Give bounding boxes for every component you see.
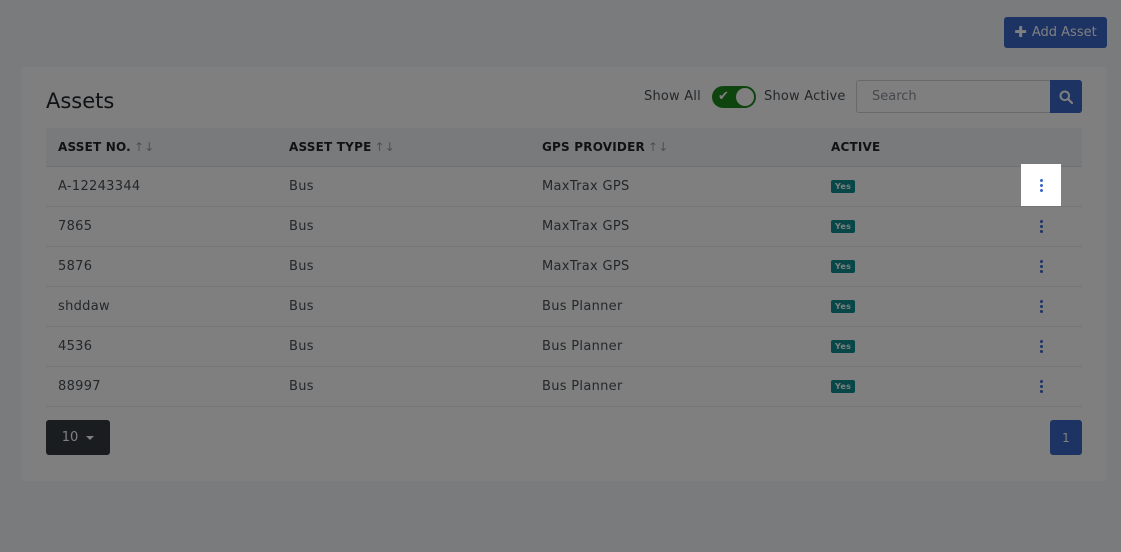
column-header-active: ACTIVE [819, 128, 1002, 167]
sort-icon: ↑↓ [647, 139, 669, 154]
show-all-label: Show All [644, 89, 701, 104]
cell-gps-provider: Bus Planner [542, 298, 623, 314]
cell-active: Yes [819, 246, 1002, 286]
cell-asset-no: shddaw [58, 298, 110, 314]
cell-asset-type: Bus [289, 298, 314, 314]
cell-actions [1002, 286, 1082, 326]
assets-table: ASSET NO. ↑↓ ASSET TYPE ↑↓ GPS PROVIDER ↑↓ … [46, 128, 1082, 407]
cell-actions [1002, 246, 1082, 286]
table-row: 7865 Bus MaxTrax GPS Yes [46, 206, 1082, 246]
cell-asset-no: 88997 [58, 378, 101, 394]
table-row: 4536 Bus Bus Planner Yes [46, 326, 1082, 366]
table-row: A-12243344 Bus MaxTrax GPS Yes [46, 166, 1082, 206]
search-input[interactable] [856, 80, 1051, 113]
cell-asset-type: Bus [289, 378, 314, 394]
cell-actions [1002, 206, 1082, 246]
page-size-dropdown[interactable]: 10 [46, 420, 110, 455]
toggle-knob [736, 88, 754, 106]
cell-actions [1002, 366, 1082, 406]
column-label: ACTIVE [831, 139, 881, 154]
kebab-menu-icon [1039, 299, 1043, 313]
assets-card: Assets Show All ✔ Show Active ASSET NO.↑… [21, 67, 1107, 481]
search-icon [1059, 90, 1073, 104]
plus-icon: ✚ [1014, 23, 1027, 41]
row-menu-button[interactable] [1021, 246, 1061, 286]
highlighted-row-menu-button[interactable] [1021, 164, 1061, 206]
table-row: 88997 Bus Bus Planner Yes [46, 366, 1082, 406]
page-number: 1 [1062, 430, 1070, 445]
show-active-toggle[interactable]: ✔ [712, 86, 756, 108]
column-label: ASSET TYPE [289, 139, 372, 154]
cell-actions [1002, 326, 1082, 366]
active-badge: Yes [831, 219, 856, 233]
cell-active: Yes [819, 166, 1002, 206]
column-label: ASSET NO. [58, 139, 131, 154]
cell-gps-provider: MaxTrax GPS [542, 178, 630, 194]
page-size-value: 10 [61, 430, 79, 445]
show-active-label: Show Active [764, 89, 846, 104]
row-menu-button[interactable] [1021, 326, 1061, 366]
cell-asset-no: 5876 [58, 258, 93, 274]
cell-gps-provider: MaxTrax GPS [542, 218, 630, 234]
caret-down-icon [86, 435, 95, 440]
kebab-menu-icon [1039, 178, 1043, 192]
table-row: 5876 Bus MaxTrax GPS Yes [46, 246, 1082, 286]
cell-asset-no: A-12243344 [58, 178, 141, 194]
cell-active: Yes [819, 206, 1002, 246]
cell-asset-type: Bus [289, 258, 314, 274]
active-badge: Yes [831, 179, 856, 193]
kebab-menu-icon [1039, 339, 1043, 353]
cell-active: Yes [819, 286, 1002, 326]
kebab-menu-icon [1039, 379, 1043, 393]
pagination-page-button[interactable]: 1 [1050, 420, 1082, 455]
active-badge: Yes [831, 259, 856, 273]
cell-asset-no: 4536 [58, 338, 93, 354]
cell-gps-provider: Bus Planner [542, 378, 623, 394]
check-icon: ✔ [718, 89, 729, 104]
column-header-gps-provider[interactable]: GPS PROVIDER ↑↓ [530, 128, 819, 167]
row-menu-button[interactable] [1021, 206, 1061, 246]
column-header-asset-type[interactable]: ASSET TYPE ↑↓ [277, 128, 530, 167]
active-badge: Yes [831, 379, 856, 393]
active-badge: Yes [831, 339, 856, 353]
page-title: Assets [46, 89, 115, 113]
cell-active: Yes [819, 366, 1002, 406]
table-header-row: ASSET NO. ↑↓ ASSET TYPE ↑↓ GPS PROVIDER ↑↓ … [46, 128, 1082, 167]
cell-gps-provider: MaxTrax GPS [542, 258, 630, 274]
active-badge: Yes [831, 299, 856, 313]
column-header-asset-no[interactable]: ASSET NO. ↑↓ [46, 128, 277, 167]
sort-icon: ↑↓ [133, 139, 155, 154]
column-label: GPS PROVIDER [542, 139, 645, 154]
add-asset-button[interactable]: ✚ Add Asset [1004, 17, 1107, 48]
cell-asset-no: 7865 [58, 218, 93, 234]
kebab-menu-icon [1039, 259, 1043, 273]
search-button[interactable] [1050, 80, 1082, 113]
kebab-menu-icon [1039, 219, 1043, 233]
cell-asset-type: Bus [289, 338, 314, 354]
sort-icon: ↑↓ [374, 139, 395, 154]
row-menu-button[interactable] [1021, 366, 1061, 406]
cell-gps-provider: Bus Planner [542, 338, 623, 354]
cell-asset-type: Bus [289, 218, 314, 234]
row-menu-button[interactable] [1021, 286, 1061, 326]
add-asset-label: Add Asset [1031, 25, 1097, 40]
cell-asset-type: Bus [289, 178, 314, 194]
cell-active: Yes [819, 326, 1002, 366]
column-header-actions [1002, 128, 1082, 167]
table-row: shddaw Bus Bus Planner Yes [46, 286, 1082, 326]
